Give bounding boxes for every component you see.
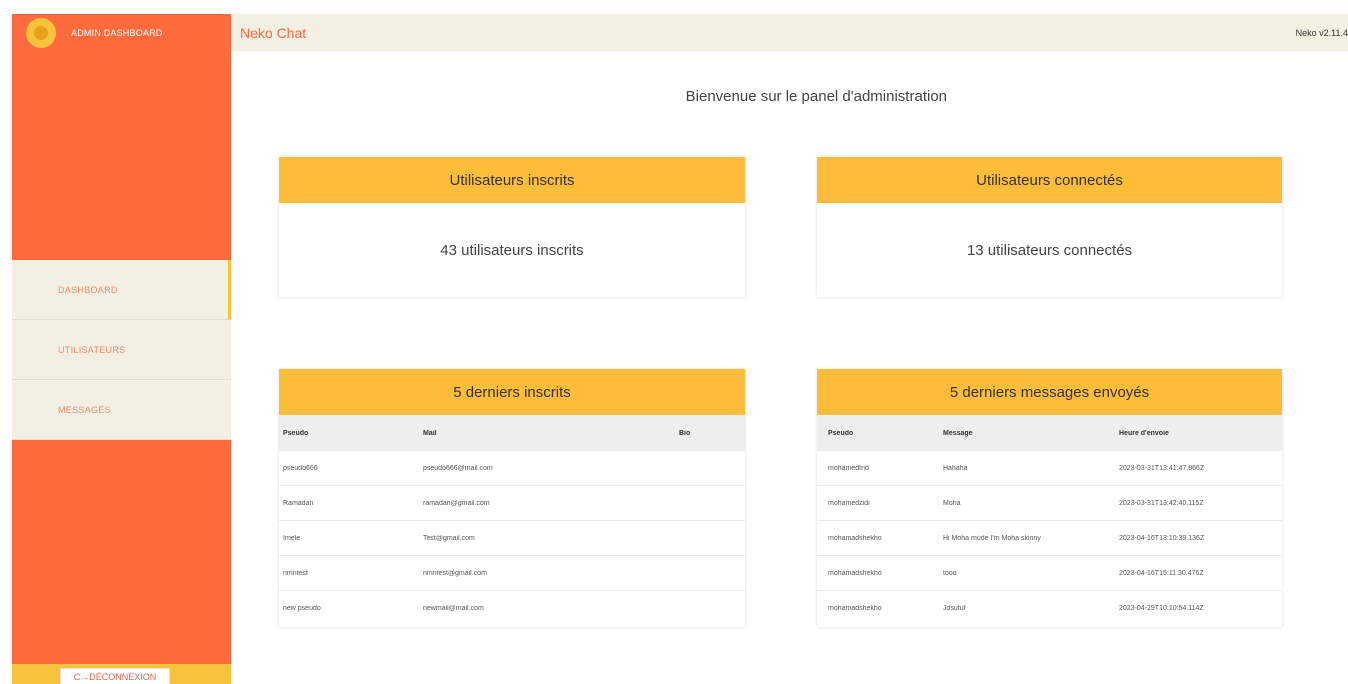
table-row: mohamadshekho Jdsufuf 2023-04-29T10:10:5… [817, 591, 1282, 626]
column-header-pseudo: Pseudo [828, 429, 854, 437]
user-mail: ramadan@gmail.com [423, 499, 490, 507]
latest-users-card: 5 derniers inscrits Pseudo Mail Bio pseu… [279, 369, 745, 627]
table-row: Ramadan ramadan@gmail.com [279, 486, 745, 521]
message-pseudo: mohamedtrid [828, 464, 869, 472]
column-header-message: Message [943, 429, 973, 437]
message-text: Hahaha [943, 464, 968, 472]
user-pseudo: new pseudo [283, 605, 321, 612]
card-title: Utilisateurs connectés [817, 157, 1282, 203]
registered-users-card: Utilisateurs inscrits 43 utilisateurs in… [279, 157, 745, 297]
table-row: mohamadshekho Hi Moha mude I'm Moha skin… [817, 521, 1282, 556]
table-row: nmntest nmntest@gmail.com [279, 556, 745, 591]
page-title: Bienvenue sur le panel d'administration [685, 88, 947, 105]
column-header-pseudo: Pseudo [283, 429, 309, 437]
table-row: mohamadshekho tooo 2023-04-16T15:11:30.4… [817, 556, 1282, 591]
app-name[interactable]: Neko Chat [240, 25, 306, 41]
card-title: 5 derniers messages envoyés [817, 369, 1282, 415]
connected-users-count: 13 utilisateurs connectés [966, 241, 1133, 259]
window-left-edge [0, 14, 12, 684]
message-time: 2023-04-16T15:11:30.476Z [1119, 569, 1204, 577]
top-bar: Neko Chat Neko v2.11.4 [231, 14, 1348, 51]
logo-icon [26, 17, 56, 48]
message-text: Hi Moha mude I'm Moha skinny [943, 534, 1041, 542]
user-mail: Test@gmail.com [423, 534, 475, 542]
user-pseudo: pseudo666 [283, 464, 318, 472]
table-row: mohamedtrid Hahaha 2023-03-31T13:41:47.8… [817, 451, 1282, 486]
logout-button[interactable]: C→DÉCONNEXION [60, 668, 170, 684]
user-pseudo: Ramadan [283, 499, 314, 507]
logout-area: C→DÉCONNEXION [12, 664, 231, 684]
sidebar-item-messages[interactable]: MESSAGES [12, 380, 231, 440]
table-header: Pseudo Message Heure d'envoie [817, 415, 1282, 451]
user-pseudo: nmntest [283, 569, 308, 577]
message-time: 2023-03-31T13:42:40.115Z [1119, 499, 1204, 507]
message-pseudo: mohamadshekho [828, 534, 882, 542]
user-mail: pseudo666@mail.com [423, 464, 493, 472]
message-text: Moha [943, 499, 961, 507]
sidebar: ADMIN DASHBOARD DASHBOARD UTILISATEURS M… [12, 14, 231, 684]
table-header: Pseudo Mail Bio [279, 415, 745, 451]
sidebar-item-dashboard[interactable]: DASHBOARD [12, 260, 231, 320]
user-mail: newmail@mail.com [423, 605, 484, 612]
message-text: tooo [943, 569, 957, 577]
message-time: 2023-04-29T10:10:54.114Z [1119, 605, 1204, 612]
table-row: new pseudo newmail@mail.com [279, 591, 745, 626]
column-header-time: Heure d'envoie [1119, 429, 1169, 437]
message-pseudo: mohamadshekho [828, 569, 882, 577]
window-top-edge [0, 0, 1348, 14]
column-header-bio: Bio [679, 429, 691, 437]
column-header-mail: Mail [423, 429, 437, 437]
sidebar-brand: ADMIN DASHBOARD [12, 14, 231, 51]
message-time: 2023-03-31T13:41:47.866Z [1119, 464, 1205, 472]
version-label: Neko v2.11.4 [1295, 27, 1348, 38]
table-row: Imele Test@gmail.com [279, 521, 745, 556]
latest-messages-card: 5 derniers messages envoyés Pseudo Messa… [817, 369, 1282, 627]
card-title: 5 derniers inscrits [279, 369, 745, 415]
registered-users-count: 43 utilisateurs inscrits [440, 241, 584, 259]
table-row: mohamedzidi Moha 2023-03-31T13:42:40.115… [817, 486, 1282, 521]
user-pseudo: Imele [283, 534, 301, 542]
message-text: Jdsufuf [943, 605, 966, 612]
card-title: Utilisateurs inscrits [279, 157, 745, 203]
sidebar-nav: DASHBOARD UTILISATEURS MESSAGES [12, 260, 231, 440]
table-row: pseudo666 pseudo666@mail.com [279, 451, 745, 486]
user-mail: nmntest@gmail.com [423, 569, 487, 577]
connected-users-card: Utilisateurs connectés 13 utilisateurs c… [817, 157, 1282, 297]
sidebar-item-utilisateurs[interactable]: UTILISATEURS [12, 320, 231, 380]
brand-title: ADMIN DASHBOARD [71, 27, 163, 38]
message-pseudo: mohamadshekho [828, 605, 882, 612]
message-time: 2023-04-16T13:10:39.136Z [1119, 534, 1205, 542]
message-pseudo: mohamedzidi [828, 499, 870, 507]
